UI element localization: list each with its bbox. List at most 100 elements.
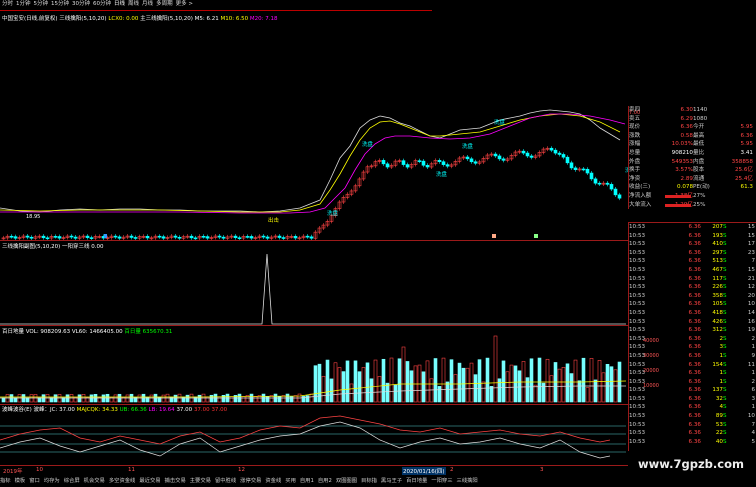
volume-bar (217, 396, 222, 403)
indicator-tab[interactable]: 捕击交易 (165, 475, 186, 487)
period-tab[interactable]: 更多 > (176, 0, 193, 10)
indicator-tab[interactable]: 黑马王子 (381, 475, 402, 487)
signal-indicator-chart[interactable] (0, 249, 628, 325)
volume-bar (425, 360, 430, 403)
event-marker[interactable] (104, 234, 107, 238)
tick-cell: 10:53 (629, 378, 646, 385)
volume-chart[interactable] (0, 334, 628, 404)
red-line (0, 415, 611, 445)
volume-bar (333, 362, 338, 403)
indicator-tab[interactable]: 目标指 (361, 475, 377, 487)
period-tab[interactable]: 60分钟 (93, 0, 111, 10)
divider (0, 325, 628, 326)
quote-cell: 2.89 (680, 175, 693, 182)
indicator-name[interactable]: 三线擒阳(5,10,20) (59, 16, 106, 22)
tick-cell: 6.36 (688, 344, 701, 351)
indicator-tab[interactable]: 留中胜线 (215, 475, 236, 487)
volume-bar (13, 397, 18, 403)
volume-bar (205, 396, 210, 403)
flow-bar (665, 203, 691, 207)
indicator-tab[interactable]: 买用 (285, 475, 296, 487)
wave-indicator-chart[interactable] (0, 412, 628, 464)
candle-body (265, 236, 270, 239)
m10-value: M10: 6.50 (220, 16, 249, 22)
volume-bars (1, 335, 622, 403)
indicator-tab[interactable]: 涨停交易 (240, 475, 261, 487)
period-tab[interactable]: 月线 (142, 0, 153, 10)
indicator-tab[interactable]: 百日地量 (406, 475, 427, 487)
stock-name: 中国宝安(日线,前复权) (2, 16, 58, 22)
date-axis: 2019年 10 11 12 2020/01/16(四) 2 3 (0, 465, 628, 475)
volume-bar (485, 357, 490, 403)
volume-bar (489, 386, 494, 403)
indicator-tab[interactable]: 均存为 (44, 475, 60, 487)
indicator2-name[interactable]: 主三线擒阳(5,10,20) (140, 16, 193, 22)
volume-bar (429, 378, 434, 403)
volume-bar (541, 382, 546, 403)
tick-row: 10:53 6.36 358 S 20 (629, 292, 756, 301)
candle-body (385, 163, 390, 168)
indicator-tab[interactable]: 多空资金线 (109, 475, 136, 487)
ma5-value: M5: 6.21 (194, 16, 219, 22)
volume-bar (321, 375, 326, 403)
tick-cell: 2 (751, 335, 755, 342)
tick-list[interactable]: 10:53 6.36 207 S 15 10:53 6.36 193 S 15 10:53 6.36 4… (628, 222, 756, 451)
period-tab[interactable]: 1分钟 (16, 0, 31, 10)
tick-cell: S (723, 309, 727, 316)
volume-bar (361, 367, 366, 403)
period-tab[interactable]: 分时 (2, 0, 13, 10)
tick-cell: 10:53 (629, 404, 646, 411)
indicator-tab[interactable]: 指标 (0, 475, 11, 487)
tick-row: 10:53 6.36 2 S 2 (629, 335, 756, 344)
tick-cell: 5 (751, 438, 755, 445)
indicator-tab[interactable]: 自用1 (300, 475, 314, 487)
tick-cell: 6.36 (688, 361, 701, 368)
tick-cell: S (723, 241, 727, 248)
indicator-tab[interactable]: 最近交易 (139, 475, 160, 487)
period-tab[interactable]: 5分钟 (34, 0, 49, 10)
candle-body (205, 236, 210, 239)
event-marker[interactable] (534, 234, 538, 238)
indicator-tab[interactable]: 窗口 (29, 475, 40, 487)
date-mark: 3 (540, 467, 544, 473)
indicator-tab[interactable]: 主要交易 (190, 475, 211, 487)
tick-cell: 12 (747, 284, 755, 291)
volume-bar (469, 362, 474, 403)
indicator-tab[interactable]: 模板 (15, 475, 26, 487)
indicator-tab[interactable]: 一阳穿三 (431, 475, 452, 487)
main-kline-chart[interactable]: 洗盘 洗盘 洗盘 洗盘 洗盘 洗盘 出击 18.95 (0, 28, 628, 240)
tick-cell: 10:53 (629, 232, 646, 239)
quote-cell: 现价 (629, 124, 641, 131)
tick-row: 10:53 6.36 32 S 3 (629, 395, 756, 404)
period-tab[interactable]: 日线 (114, 0, 125, 10)
period-tab[interactable]: 15分钟 (51, 0, 69, 10)
indicator-tab[interactable]: 资金线 (265, 475, 281, 487)
tick-cell: 6.36 (688, 430, 701, 437)
tick-cell: 6.36 (688, 224, 701, 230)
tick-cell: 1 (719, 370, 723, 377)
volume-bar (549, 375, 554, 403)
quote-cell: PE(动) (693, 184, 710, 191)
tick-cell: 10:53 (629, 284, 646, 291)
date-mark: 10 (36, 467, 43, 473)
tick-row: 10:53 6.36 467 S 15 (629, 266, 756, 275)
candle-body (161, 236, 166, 239)
indicator-tab[interactable]: 三线擒阳 (457, 475, 478, 487)
tick-cell: 15 (747, 232, 755, 239)
period-tab[interactable]: 周线 (128, 0, 139, 10)
quote-cell: 3.57% (675, 167, 693, 174)
period-tab[interactable]: 多周期 (156, 0, 173, 10)
tick-cell: 9 (751, 352, 755, 359)
event-marker[interactable] (492, 234, 496, 238)
period-tab[interactable]: 30分钟 (72, 0, 90, 10)
volume-bar (349, 383, 354, 403)
indicator-tab[interactable]: 双图图图 (336, 475, 357, 487)
candle-body (605, 182, 610, 185)
indicator-tab[interactable]: 综合屏 (64, 475, 80, 487)
volume-bar (209, 394, 214, 403)
volume-bar (173, 394, 178, 403)
indicator-tab[interactable]: 机会交易 (84, 475, 105, 487)
indicator-tab[interactable]: 自用2 (318, 475, 332, 487)
volume-bar (561, 367, 566, 403)
tick-cell: 10:53 (629, 352, 646, 359)
